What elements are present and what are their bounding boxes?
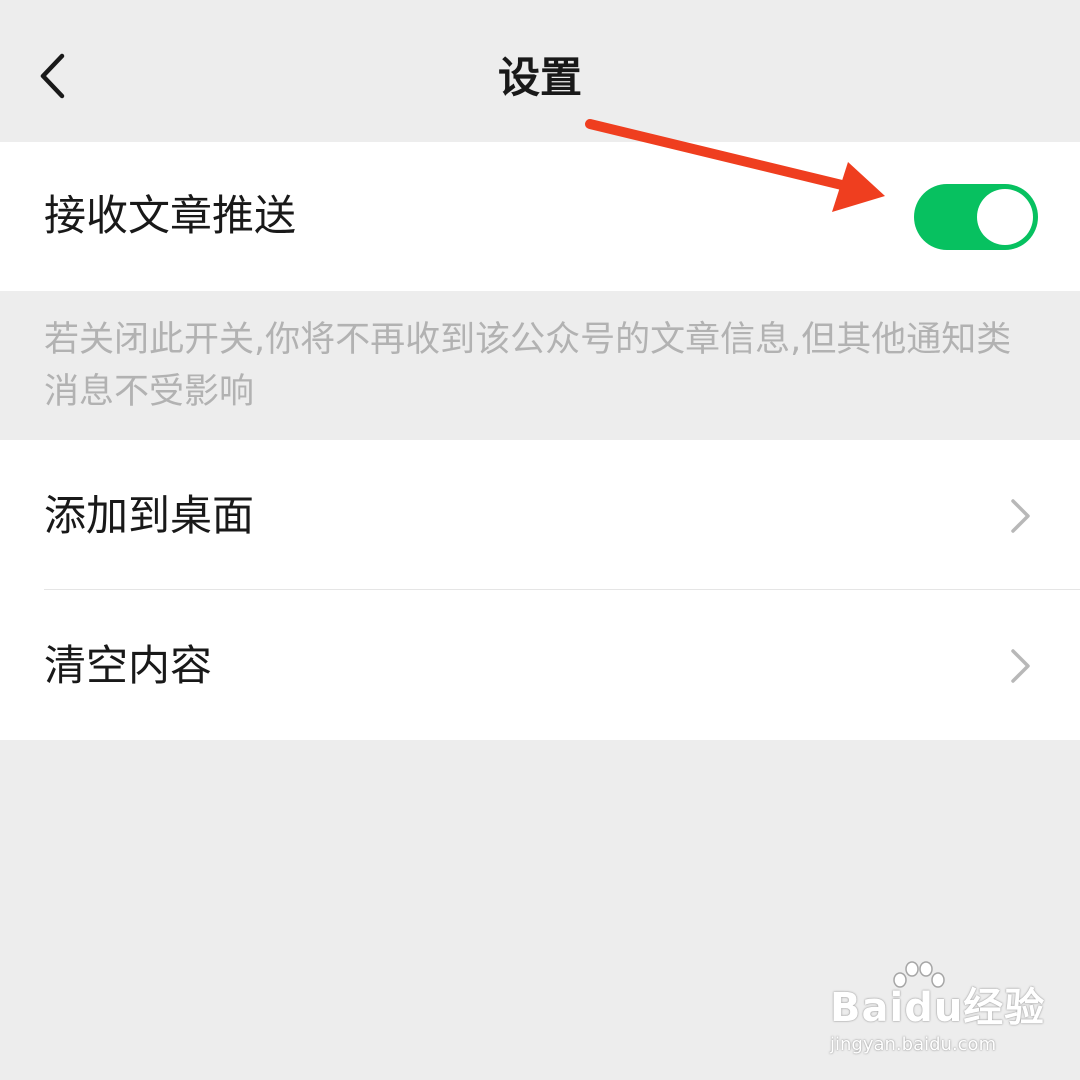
watermark-url: jingyan.baidu.com [830, 1034, 997, 1055]
push-setting-hint: 若关闭此开关,你将不再收到该公众号的文章信息,但其他通知类消息不受影响 [44, 320, 1012, 412]
push-setting-card: 接收文章推送 [0, 142, 1080, 291]
push-setting-label: 接收文章推送 [44, 191, 297, 240]
watermark-brand: Baidu经验 [830, 985, 1046, 1031]
push-setting-row: 接收文章推送 [0, 142, 1080, 292]
toggle-knob [977, 189, 1033, 245]
chevron-right-icon [1011, 499, 1030, 533]
chevron-right-icon [1011, 649, 1030, 683]
add-to-desktop-label: 添加到桌面 [44, 491, 255, 540]
actions-card: 添加到桌面 清空内容 [0, 440, 1080, 740]
baidu-watermark: Baidu经验 jingyan.baidu.com [826, 961, 1046, 1062]
clear-content-row[interactable]: 清空内容 [0, 590, 1080, 740]
page-title: 设置 [497, 53, 582, 102]
navigation-bar: 设置 [0, 0, 1080, 140]
push-toggle-switch[interactable] [914, 184, 1038, 250]
add-to-desktop-row[interactable]: 添加到桌面 [0, 440, 1080, 590]
clear-content-label: 清空内容 [44, 641, 213, 690]
